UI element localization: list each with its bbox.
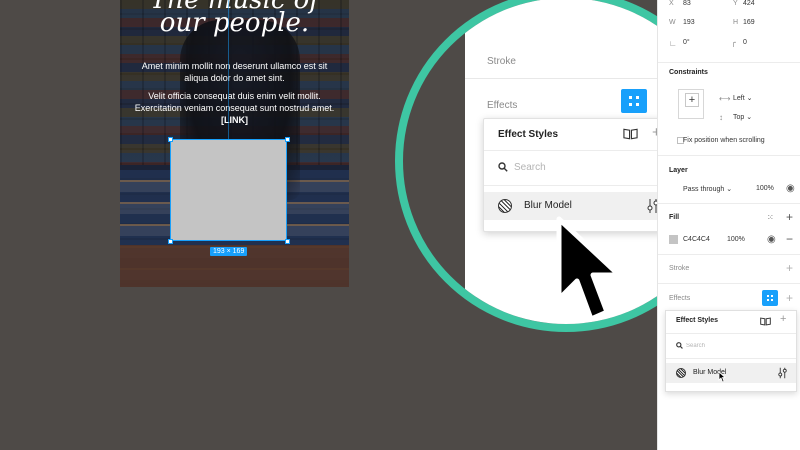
fix-position-label: Fix position when scrolling xyxy=(683,137,765,144)
section-divider xyxy=(658,155,800,156)
book-icon[interactable] xyxy=(623,128,638,140)
style-grid-button[interactable] xyxy=(762,290,778,306)
magnified-style-grid-button[interactable] xyxy=(621,89,647,113)
effect-styles-title: Effect Styles xyxy=(498,129,559,140)
book-icon[interactable] xyxy=(760,317,771,326)
fill-color-swatch[interactable] xyxy=(669,235,678,244)
y-value[interactable]: 424 xyxy=(743,0,755,7)
h-label: H xyxy=(733,19,739,26)
fill-hex-value[interactable]: C4C4C4 xyxy=(683,236,710,243)
h-value[interactable]: 169 xyxy=(743,19,755,26)
fill-heading: Fill xyxy=(669,214,680,221)
alignment-guide xyxy=(228,0,229,139)
effects-heading: Effects xyxy=(669,295,691,302)
section-divider xyxy=(658,203,800,204)
effect-styles-search-input[interactable] xyxy=(686,340,776,351)
stroke-heading: Stroke xyxy=(669,265,690,272)
radius-value[interactable]: 0 xyxy=(743,39,747,46)
section-divider xyxy=(658,283,800,284)
adjust-icon[interactable] xyxy=(778,367,787,379)
artboard-paragraph-1: Amet minim mollit non deserunt ullamco e… xyxy=(141,61,328,83)
resize-handle-top-left[interactable] xyxy=(168,137,173,142)
style-swatch-icon xyxy=(676,368,686,378)
constraint-center-icon[interactable]: + xyxy=(685,93,699,107)
eye-icon[interactable]: ◉ xyxy=(767,235,776,245)
style-swatch-icon xyxy=(498,199,512,213)
vertical-constraint-value: Top xyxy=(733,114,745,121)
resize-handle-bottom-right[interactable] xyxy=(285,239,290,244)
artboard-paragraph-2: Velit officia consequat duis enim velit … xyxy=(134,90,335,126)
resize-handle-bottom-left[interactable] xyxy=(168,239,173,244)
horizontal-constraint-value: Left xyxy=(733,95,745,102)
blend-mode-select[interactable]: Pass through ⌄ xyxy=(683,185,732,193)
blend-mode-value: Pass through xyxy=(683,186,725,193)
w-value[interactable]: 193 xyxy=(683,19,695,26)
vertical-constraint-select[interactable]: Top ⌄ xyxy=(733,113,752,121)
corner-radius-icon: ╭ xyxy=(731,38,736,47)
grid-icon[interactable]: ⁙ xyxy=(767,213,774,223)
layer-heading: Layer xyxy=(669,167,688,174)
effect-style-item[interactable]: Blur Model xyxy=(666,363,796,383)
artboard-paragraph-2-text: Velit officia consequat duis enim velit … xyxy=(134,91,335,113)
constraints-heading: Constraints xyxy=(669,69,708,76)
plus-icon[interactable]: + xyxy=(786,292,793,304)
rotation-icon: ∟ xyxy=(669,39,677,48)
section-divider xyxy=(658,254,800,255)
x-value[interactable]: 83 xyxy=(683,0,691,7)
minus-icon[interactable]: − xyxy=(786,233,793,245)
artboard-title-line2: our people. xyxy=(159,8,310,38)
vertical-constraint-icon: ↕ xyxy=(719,113,723,122)
selection-size-badge: 193 × 169 xyxy=(210,247,248,256)
eye-icon[interactable]: ◉ xyxy=(786,184,795,194)
layer-opacity-value[interactable]: 100% xyxy=(756,185,774,192)
selected-rectangle[interactable] xyxy=(170,139,287,241)
popup-divider xyxy=(666,333,796,334)
cursor-icon xyxy=(718,371,726,383)
horizontal-constraint-icon: ⟷ xyxy=(719,94,731,103)
plus-icon[interactable]: + xyxy=(786,211,793,223)
plus-icon[interactable]: + xyxy=(780,313,786,325)
rotation-value[interactable]: 0° xyxy=(683,39,690,46)
section-divider xyxy=(658,62,800,63)
x-label: X xyxy=(669,0,674,7)
magnified-effects-label: Effects xyxy=(487,100,518,111)
search-icon xyxy=(676,342,683,349)
search-icon xyxy=(498,162,508,172)
effect-styles-title: Effect Styles xyxy=(676,317,719,324)
resize-handle-top-right[interactable] xyxy=(285,137,290,142)
effect-style-name: Blur Model xyxy=(524,200,572,211)
cursor-icon xyxy=(556,216,622,322)
w-label: W xyxy=(669,19,676,26)
effect-styles-popup: Effect Styles + Blur Model xyxy=(665,310,797,392)
effect-styles-search-input[interactable] xyxy=(514,159,654,175)
popup-divider xyxy=(484,150,678,151)
popup-divider xyxy=(666,358,796,359)
plus-icon[interactable]: + xyxy=(786,262,793,274)
magnified-stroke-label: Stroke xyxy=(487,56,516,67)
popup-divider xyxy=(484,185,678,186)
horizontal-constraint-select[interactable]: Left ⌄ xyxy=(733,94,753,102)
fill-opacity-value[interactable]: 100% xyxy=(727,236,745,243)
y-label: Y xyxy=(733,0,738,7)
artboard-link[interactable]: [LINK] xyxy=(221,115,248,125)
